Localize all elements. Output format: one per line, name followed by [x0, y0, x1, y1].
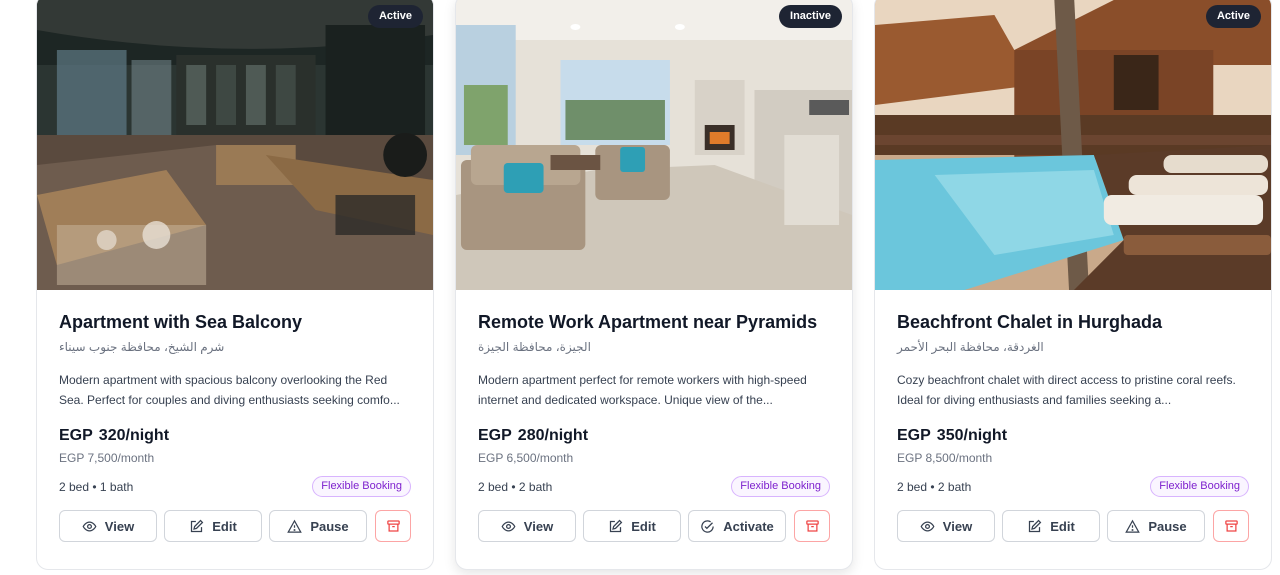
listing-card: Inactive Remote Work Apartment near Pyra… [455, 0, 853, 570]
nightly-price: EGP 280/night [478, 427, 588, 445]
price-per-night: 350/night [936, 427, 1008, 444]
alert-triangle-icon [287, 519, 303, 533]
listing-location: الجيزة، محافظة الجيزة [478, 340, 591, 354]
monthly-price: EGP 6,500/month [478, 451, 574, 465]
rooms-info: 2 bed • 1 bath [59, 480, 134, 494]
alert-triangle-icon [1125, 519, 1141, 533]
card-actions: View Edit Pause [897, 510, 1249, 542]
edit-label: Edit [212, 518, 237, 534]
pause-label: Pause [1148, 518, 1187, 534]
eye-icon [501, 520, 516, 532]
rooms-info: 2 bed • 2 bath [897, 480, 972, 494]
archive-icon [805, 520, 819, 532]
nightly-price: EGP 320/night [59, 427, 169, 445]
rooms-info: 2 bed • 2 bath [478, 480, 553, 494]
eye-icon [920, 520, 935, 532]
edit-label: Edit [1050, 518, 1075, 534]
view-button[interactable]: View [897, 510, 995, 542]
listing-photo: Active [37, 0, 433, 290]
price-per-night: 280/night [517, 427, 589, 444]
flexible-booking-badge: Flexible Booking [312, 476, 411, 497]
status-badge: Inactive [779, 5, 842, 28]
listing-card: Active Beachfront Chalet in Hurghada الغ… [874, 0, 1272, 570]
listing-photo: Active [875, 0, 1271, 290]
status-badge: Active [1205, 5, 1261, 28]
nightly-price: EGP 350/night [897, 427, 1007, 445]
eye-icon [82, 520, 97, 532]
listing-title: Apartment with Sea Balcony [59, 312, 303, 332]
status-badge: Active [367, 5, 423, 28]
listings-grid: Active Apartment with Sea Balcony شرم ال… [0, 0, 1280, 575]
check-circle-icon [701, 519, 714, 533]
edit-label: Edit [631, 518, 656, 534]
activate-button[interactable]: Activate [688, 510, 786, 542]
view-label: View [104, 518, 135, 534]
flexible-booking-badge: Flexible Booking [1150, 476, 1249, 497]
listing-card: Active Apartment with Sea Balcony شرم ال… [36, 0, 434, 570]
archive-button[interactable] [375, 510, 411, 542]
pause-button[interactable]: Pause [269, 510, 367, 542]
pause-button[interactable]: Pause [1107, 510, 1205, 542]
archive-icon [386, 520, 400, 532]
edit-icon [191, 519, 204, 532]
edit-button[interactable]: Edit [164, 510, 262, 542]
monthly-price: EGP 8,500/month [897, 451, 993, 465]
listing-location: شرم الشيخ، محافظة جنوب سيناء [59, 340, 225, 354]
card-actions: View Edit Pause [59, 510, 411, 542]
edit-icon [610, 519, 623, 532]
listing-description: Modern apartment with spacious balcony o… [59, 373, 400, 407]
monthly-price: EGP 7,500/month [59, 451, 155, 465]
listing-description: Modern apartment perfect for remote work… [478, 373, 807, 407]
view-label: View [523, 518, 554, 534]
price-currency: EGP [59, 427, 93, 444]
card-actions: View Edit Activate [478, 510, 830, 542]
view-button[interactable]: View [59, 510, 157, 542]
price-currency: EGP [478, 427, 512, 444]
view-label: View [942, 518, 973, 534]
listing-photo: Inactive [456, 0, 852, 290]
edit-button[interactable]: Edit [583, 510, 681, 542]
listing-description: Cozy beachfront chalet with direct acces… [897, 373, 1236, 407]
flexible-booking-badge: Flexible Booking [731, 476, 830, 497]
pause-label: Pause [310, 518, 349, 534]
archive-button[interactable] [794, 510, 830, 542]
edit-button[interactable]: Edit [1002, 510, 1100, 542]
listing-location: الغردقة، محافظة البحر الأحمر [897, 340, 1044, 354]
view-button[interactable]: View [478, 510, 576, 542]
activate-label: Activate [723, 518, 774, 534]
archive-icon [1224, 520, 1238, 532]
listing-title: Remote Work Apartment near Pyramids [478, 312, 818, 332]
price-per-night: 320/night [98, 427, 170, 444]
price-currency: EGP [897, 427, 931, 444]
listing-title: Beachfront Chalet in Hurghada [897, 312, 1163, 332]
edit-icon [1029, 519, 1042, 532]
archive-button[interactable] [1213, 510, 1249, 542]
